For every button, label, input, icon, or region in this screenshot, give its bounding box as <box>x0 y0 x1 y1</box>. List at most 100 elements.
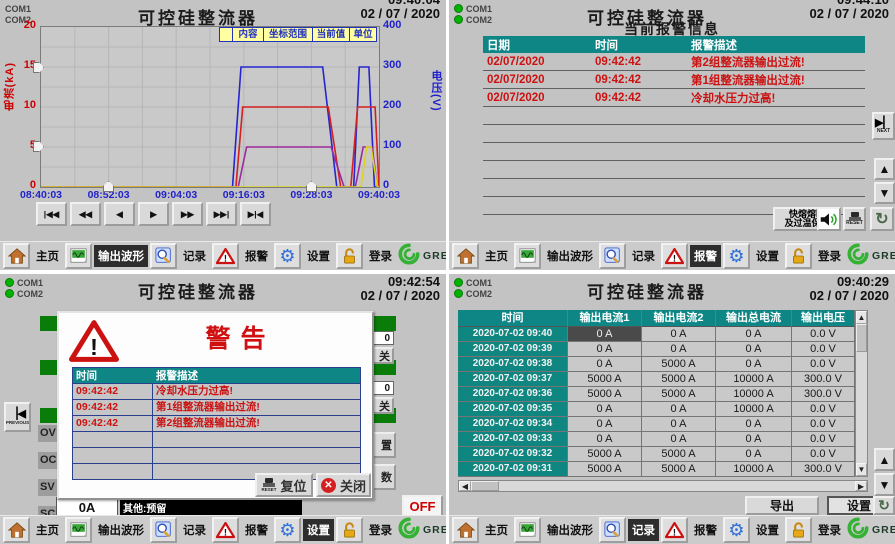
dialog-reset-button[interactable]: RESET 复位 <box>255 473 313 497</box>
scroll-down-button[interactable]: ▼ <box>874 182 895 204</box>
scroll-up-button[interactable]: ▲ <box>874 448 895 471</box>
playback-button[interactable]: ◀ <box>104 202 135 226</box>
magnifier-icon[interactable] <box>599 517 626 543</box>
nav-item-records[interactable]: 记录 <box>628 245 659 267</box>
alarm-row[interactable]: 02/07/202009:42:42第2组整流器输出过流! <box>483 53 865 71</box>
table-hscrollbar[interactable]: ◀ ▶ <box>458 480 868 492</box>
records-cell[interactable]: 10000 A <box>716 402 792 417</box>
records-cell[interactable]: 5000 A <box>642 387 716 402</box>
nav-item-alarms[interactable]: 报警 <box>241 519 272 541</box>
nav-item-waveform[interactable]: 输出波形 <box>543 245 597 267</box>
playback-button[interactable]: ▶ <box>138 202 169 226</box>
records-cell[interactable]: 0 A <box>642 432 716 447</box>
home-icon[interactable] <box>452 243 479 269</box>
records-cell[interactable]: 0.0 V <box>792 447 855 462</box>
records-cell[interactable]: 2020-07-02 09:33 <box>458 432 568 447</box>
records-row[interactable]: 2020-07-02 09:390 A0 A0 A0.0 V <box>458 342 855 357</box>
nav-item-login[interactable]: 登录 <box>365 519 396 541</box>
nav-item-home[interactable]: 主页 <box>481 245 512 267</box>
records-row[interactable]: 2020-07-02 09:340 A0 A0 A0.0 V <box>458 417 855 432</box>
records-cell[interactable]: 5000 A <box>568 372 642 387</box>
reset-button[interactable]: RESET <box>843 207 866 231</box>
previous-page-button[interactable]: ▕◀ PREVIOUS <box>4 402 31 432</box>
waveform-icon[interactable] <box>514 517 541 543</box>
records-cell[interactable]: 0 A <box>568 357 642 372</box>
warning-icon[interactable]: ! <box>661 517 688 543</box>
alarm-row[interactable]: 02/07/202009:42:42第1组整流器输出过流! <box>483 71 865 89</box>
records-cell[interactable]: 5000 A <box>568 447 642 462</box>
records-cell[interactable]: 0 A <box>716 417 792 432</box>
warning-icon[interactable]: ! <box>661 243 688 269</box>
nav-item-settings[interactable]: 设置 <box>303 519 334 541</box>
magnifier-icon[interactable] <box>150 517 177 543</box>
records-cell[interactable]: 5000 A <box>568 462 642 477</box>
records-cell[interactable]: 2020-07-02 09:32 <box>458 447 568 462</box>
records-cell[interactable]: 2020-07-02 09:39 <box>458 342 568 357</box>
records-cell[interactable]: 0 A <box>642 342 716 357</box>
records-row[interactable]: 2020-07-02 09:375000 A5000 A10000 A300.0… <box>458 372 855 387</box>
records-cell[interactable]: 0 A <box>642 417 716 432</box>
nav-item-alarms[interactable]: 报警 <box>690 519 721 541</box>
records-cell[interactable]: 5000 A <box>642 372 716 387</box>
records-cell[interactable]: 2020-07-02 09:35 <box>458 402 568 417</box>
records-cell[interactable]: 10000 A <box>716 462 792 477</box>
refresh-button[interactable]: ↻ <box>870 207 894 231</box>
nav-item-login[interactable]: 登录 <box>814 519 845 541</box>
waveform-icon[interactable] <box>65 243 92 269</box>
magnifier-icon[interactable] <box>150 243 177 269</box>
records-cell[interactable]: 2020-07-02 09:40 <box>458 327 568 342</box>
nav-item-settings[interactable]: 设置 <box>752 519 783 541</box>
nav-item-alarms[interactable]: 报警 <box>690 245 721 267</box>
nav-item-records[interactable]: 记录 <box>628 519 659 541</box>
records-cell[interactable]: 300.0 V <box>792 387 855 402</box>
gear-icon[interactable]: ⚙ <box>723 243 750 269</box>
records-cell[interactable]: 0.0 V <box>792 432 855 447</box>
records-row[interactable]: 2020-07-02 09:330 A0 A0 A0.0 V <box>458 432 855 447</box>
nav-item-login[interactable]: 登录 <box>365 245 396 267</box>
playback-button[interactable]: |◀◀ <box>36 202 67 226</box>
records-cell[interactable]: 0 A <box>716 432 792 447</box>
home-icon[interactable] <box>3 517 30 543</box>
records-cell[interactable]: 0 A <box>568 417 642 432</box>
dialog-close-button[interactable]: ✕ 关闭 <box>316 473 371 497</box>
records-cell[interactable]: 0.0 V <box>792 402 855 417</box>
scroll-down-button[interactable]: ▼ <box>874 473 895 496</box>
waveform-icon[interactable] <box>514 243 541 269</box>
home-icon[interactable] <box>3 243 30 269</box>
gear-icon[interactable]: ⚙ <box>274 517 301 543</box>
nav-item-records[interactable]: 记录 <box>179 519 210 541</box>
alarm-row[interactable]: 02/07/202009:42:42冷却水压力过高! <box>483 89 865 107</box>
next-page-button[interactable]: ▶▏ NEXT <box>872 112 895 140</box>
records-cell[interactable]: 2020-07-02 09:38 <box>458 357 568 372</box>
lock-icon[interactable] <box>336 243 363 269</box>
records-cell[interactable]: 0 A <box>716 447 792 462</box>
warning-icon[interactable]: ! <box>212 243 239 269</box>
records-cell[interactable]: 0.0 V <box>792 342 855 357</box>
records-cell[interactable]: 300.0 V <box>792 462 855 477</box>
scroll-up-button[interactable]: ▲ <box>874 158 895 180</box>
export-button[interactable]: 导出 <box>745 496 819 515</box>
records-cell[interactable]: 0 A <box>568 432 642 447</box>
lock-icon[interactable] <box>336 517 363 543</box>
nav-item-waveform[interactable]: 输出波形 <box>543 519 597 541</box>
home-icon[interactable] <box>452 517 479 543</box>
nav-item-home[interactable]: 主页 <box>32 245 63 267</box>
nav-item-waveform[interactable]: 输出波形 <box>94 519 148 541</box>
records-cell[interactable]: 5000 A <box>642 462 716 477</box>
records-cell[interactable]: 0.0 V <box>792 327 855 342</box>
lock-icon[interactable] <box>785 243 812 269</box>
records-row[interactable]: 2020-07-02 09:400 A0 A0 A0.0 V <box>458 327 855 342</box>
records-cell[interactable]: 5000 A <box>642 357 716 372</box>
magnifier-icon[interactable] <box>599 243 626 269</box>
gear-icon[interactable]: ⚙ <box>274 243 301 269</box>
nav-item-alarms[interactable]: 报警 <box>241 245 272 267</box>
records-cell[interactable]: 0.0 V <box>792 417 855 432</box>
records-row[interactable]: 2020-07-02 09:365000 A5000 A10000 A300.0… <box>458 387 855 402</box>
records-cell[interactable]: 10000 A <box>716 372 792 387</box>
records-cell[interactable]: 5000 A <box>568 387 642 402</box>
gear-icon[interactable]: ⚙ <box>723 517 750 543</box>
nav-item-settings[interactable]: 设置 <box>752 245 783 267</box>
records-cell[interactable]: 0 A <box>642 402 716 417</box>
playback-button[interactable]: ▶▶| <box>206 202 237 226</box>
records-cell[interactable]: 2020-07-02 09:31 <box>458 462 568 477</box>
